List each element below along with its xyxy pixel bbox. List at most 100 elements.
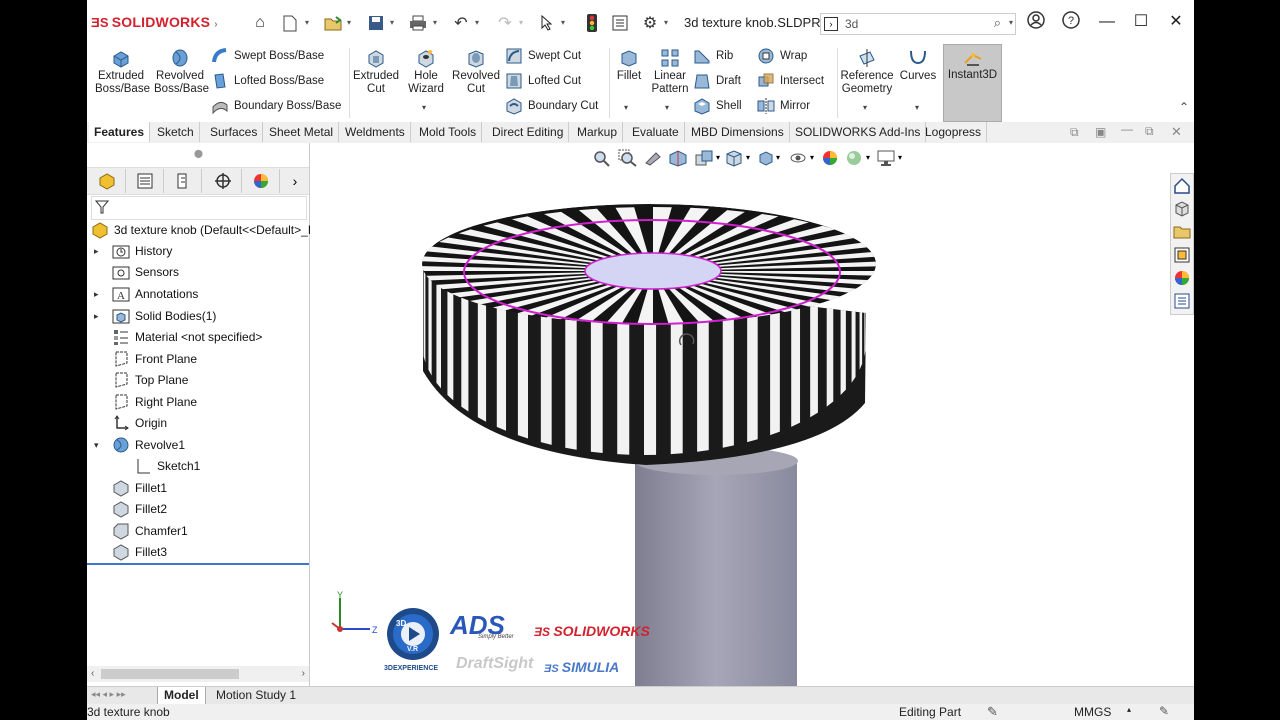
tree-item-fillet2[interactable]: Fillet2	[112, 499, 167, 519]
scroll-right-icon[interactable]: ›	[302, 668, 305, 679]
close-button[interactable]: ✕	[1164, 11, 1188, 33]
extruded-boss-button[interactable]: Extruded Boss/Base	[91, 48, 151, 96]
tree-horizontal-scrollbar[interactable]: ‹ ›	[87, 666, 309, 682]
dimxpert-tab-icon[interactable]	[205, 169, 242, 193]
revolved-cut-button[interactable]: Revolved Cut	[451, 48, 501, 96]
tab-weldments[interactable]: Weldments	[340, 122, 411, 142]
expand-annotations-icon[interactable]: ▸	[94, 289, 99, 300]
collapse-revolve1-icon[interactable]: ▾	[94, 440, 99, 451]
knob-shaft[interactable]	[635, 461, 797, 686]
rebuild-status-icon[interactable]: ✎	[987, 704, 998, 720]
doc-close-icon[interactable]: ✕	[1171, 124, 1182, 140]
new-document-icon[interactable]	[279, 12, 301, 34]
scroll-left-icon[interactable]: ‹	[91, 668, 94, 679]
tree-filter-box[interactable]	[91, 196, 307, 220]
tab-logopress[interactable]: Logopress	[920, 122, 988, 142]
new-dropdown-icon[interactable]: ▾	[305, 18, 309, 27]
collapse-ribbon-chevron-up-icon[interactable]: ⌃	[1179, 100, 1189, 114]
doc-minimize-icon[interactable]: —	[1121, 122, 1133, 136]
hole-wizard-dropdown-icon[interactable]: ▾	[422, 103, 426, 112]
restore-down-icon[interactable]: ⧉	[1070, 125, 1079, 140]
tab-model[interactable]: Model	[157, 687, 206, 704]
tree-item-right-plane[interactable]: Right Plane	[112, 392, 197, 412]
open-folder-icon[interactable]	[322, 12, 344, 34]
expand-solid-bodies-icon[interactable]: ▸	[94, 311, 99, 322]
solidworks-resources-home-icon[interactable]	[1173, 177, 1191, 195]
tab-markup[interactable]: Markup	[572, 122, 624, 142]
featuremanager-tab-icon[interactable]	[89, 169, 126, 193]
swept-cut-button[interactable]: Swept Cut	[505, 46, 581, 66]
curves-button[interactable]: Curves	[897, 48, 939, 83]
mirror-button[interactable]: Mirror	[757, 96, 810, 116]
tree-item-fillet1[interactable]: Fillet1	[112, 478, 167, 498]
save-icon[interactable]	[365, 12, 387, 34]
tree-item-origin[interactable]: Origin	[112, 413, 167, 433]
tree-item-revolve1[interactable]: Revolve1	[112, 435, 185, 455]
custom-properties-icon[interactable]	[1173, 292, 1191, 310]
boundary-cut-button[interactable]: Boundary Cut	[505, 96, 598, 116]
tab-solidworks-add-ins[interactable]: SOLIDWORKS Add-Ins	[790, 122, 927, 142]
tab-surfaces[interactable]: Surfaces	[205, 122, 264, 142]
options-dropdown-icon[interactable]: ▾	[664, 18, 668, 27]
swept-boss-button[interactable]: Swept Boss/Base	[211, 46, 324, 66]
select-dropdown-icon[interactable]: ▾	[561, 18, 565, 27]
tree-item-history[interactable]: History	[112, 241, 172, 261]
print-icon[interactable]	[407, 12, 429, 34]
extruded-cut-button[interactable]: Extruded Cut	[349, 48, 403, 96]
search-dropdown-icon[interactable]: ▾	[1009, 18, 1013, 27]
instant3d-button[interactable]: Instant3D	[943, 44, 1002, 122]
intersect-button[interactable]: Intersect	[757, 71, 824, 91]
redo-dropdown-icon[interactable]: ▾	[519, 18, 523, 27]
lofted-cut-button[interactable]: Lofted Cut	[505, 71, 581, 91]
tab-evaluate[interactable]: Evaluate	[627, 122, 685, 142]
scroll-thumb[interactable]	[101, 669, 239, 679]
tree-item-top-plane[interactable]: Top Plane	[112, 370, 188, 390]
tree-item-material[interactable]: Material <not specified>	[112, 327, 262, 347]
redo-icon[interactable]: ↷	[494, 12, 516, 34]
tab-nav-icons[interactable]: ◂◂ ◂ ▸ ▸▸	[91, 689, 126, 700]
model-canvas[interactable]: Y Z	[310, 143, 1194, 686]
tree-item-annotations[interactable]: A Annotations	[112, 284, 198, 304]
select-pointer-icon[interactable]	[536, 12, 558, 34]
graphics-area[interactable]: ▾ ▾ ▾ ▾ ▾ ▾ Y Z 3D V.R 3DEXPERIENCE ADS …	[310, 143, 1194, 686]
file-properties-icon[interactable]	[609, 12, 631, 34]
tab-sheet-metal[interactable]: Sheet Metal	[264, 122, 340, 142]
rollback-bar[interactable]	[87, 563, 309, 565]
save-dropdown-icon[interactable]: ▾	[390, 18, 394, 27]
tree-item-sensors[interactable]: Sensors	[112, 262, 179, 282]
propertymanager-tab-icon[interactable]	[127, 169, 164, 193]
open-dropdown-icon[interactable]: ▾	[347, 18, 351, 27]
tree-item-chamfer1[interactable]: Chamfer1	[112, 521, 188, 541]
tree-root-part[interactable]: 3d texture knob (Default<<Default>_I	[91, 220, 311, 240]
display-manager-tab-icon[interactable]	[243, 169, 280, 193]
help-icon[interactable]: ?	[1059, 11, 1083, 33]
maximize-button[interactable]: ☐	[1129, 11, 1153, 33]
tree-item-sketch1[interactable]: Sketch1	[134, 456, 200, 476]
tab-mold-tools[interactable]: Mold Tools	[414, 122, 483, 142]
curves-dropdown-icon[interactable]: ▾	[915, 103, 919, 112]
configurationmanager-tab-icon[interactable]	[165, 169, 202, 193]
boundary-boss-button[interactable]: Boundary Boss/Base	[211, 96, 341, 116]
design-library-icon[interactable]	[1173, 200, 1191, 218]
tile-icon[interactable]: ▣	[1095, 125, 1106, 139]
fillet-dropdown-icon[interactable]: ▾	[624, 103, 628, 112]
reference-geometry-button[interactable]: Reference Geometry	[839, 48, 895, 96]
minimize-button[interactable]: —	[1095, 11, 1119, 33]
tree-item-front-plane[interactable]: Front Plane	[112, 349, 197, 369]
user-account-icon[interactable]	[1024, 11, 1048, 33]
search-input[interactable]: 3d	[845, 17, 858, 31]
home-icon[interactable]: ⌂	[249, 12, 271, 34]
wrap-button[interactable]: Wrap	[757, 46, 807, 66]
status-unit-system[interactable]: MMGS	[1074, 705, 1111, 719]
panel-grip-icon[interactable]: ⬤	[194, 149, 203, 158]
file-explorer-folder-icon[interactable]	[1173, 223, 1191, 241]
tab-features[interactable]: Features	[89, 122, 151, 142]
linear-pattern-button[interactable]: Linear Pattern	[647, 48, 693, 96]
hole-wizard-button[interactable]: Hole Wizard	[401, 48, 451, 96]
undo-dropdown-icon[interactable]: ▾	[475, 18, 479, 27]
pattern-dropdown-icon[interactable]: ▾	[665, 103, 669, 112]
doc-maximize-icon[interactable]: ⧉	[1145, 124, 1154, 139]
revolved-boss-button[interactable]: Revolved Boss/Base	[151, 48, 209, 96]
search-icon[interactable]: ⌕	[994, 15, 1001, 31]
draft-button[interactable]: Draft	[693, 71, 741, 91]
